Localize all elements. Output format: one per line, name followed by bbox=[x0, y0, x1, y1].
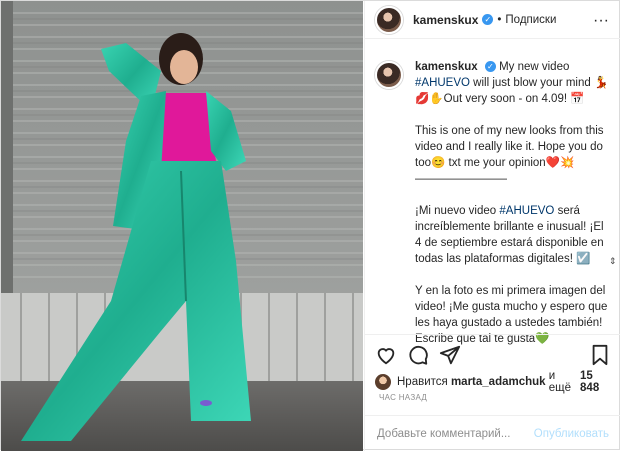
caption-author-avatar[interactable] bbox=[375, 61, 403, 89]
hand-emoji-icon: ✋ bbox=[429, 93, 444, 105]
liker-username[interactable]: marta_adamchuk bbox=[451, 376, 546, 388]
share-icon[interactable] bbox=[439, 344, 461, 366]
likes-count[interactable]: 15 848 bbox=[580, 370, 611, 394]
following-button[interactable]: Подписки bbox=[505, 14, 556, 26]
hashtag-ahuevo-2[interactable]: #AHUEVO bbox=[499, 205, 554, 217]
caption-text: kamenskux ✓ My new video #AHUEVO will ju… bbox=[415, 59, 611, 345]
likes-prefix: Нравится bbox=[397, 376, 448, 388]
caption-divider: ———————— bbox=[415, 173, 507, 185]
check-emoji-icon: ☑️ bbox=[576, 253, 591, 265]
bookmark-icon[interactable] bbox=[589, 344, 611, 366]
caption-username[interactable]: kamenskux bbox=[415, 61, 478, 73]
boom-emoji-icon: 💥 bbox=[560, 157, 575, 169]
author-avatar[interactable] bbox=[375, 5, 403, 34]
fire-person-emoji-icon: 💃 bbox=[593, 77, 609, 89]
photo-illustration bbox=[1, 1, 363, 451]
verified-icon: ✓ bbox=[482, 14, 494, 25]
liker-avatar[interactable] bbox=[375, 374, 391, 390]
comment-bar: Опубликовать bbox=[365, 415, 620, 451]
post-time[interactable]: ЧАС НАЗАД bbox=[379, 393, 427, 402]
caption-para3-pre: ¡Mi nuevo video bbox=[415, 205, 497, 217]
instagram-post: kamenskux ✓ • Подписки ··· kamenskux ✓ M… bbox=[0, 0, 620, 451]
caption-para2-end: txt me your opinion bbox=[448, 157, 546, 169]
calendar-emoji-icon: 📅 bbox=[570, 93, 585, 105]
author-username[interactable]: kamenskux bbox=[413, 13, 478, 27]
action-bar bbox=[365, 334, 620, 374]
post-header: kamenskux ✓ • Подписки ··· bbox=[365, 1, 620, 39]
caption-line1-pre: My new video bbox=[499, 61, 570, 73]
post-caption: kamenskux ✓ My new video #AHUEVO will ju… bbox=[375, 59, 611, 345]
comment-icon[interactable] bbox=[407, 344, 429, 366]
header-separator: • bbox=[497, 13, 502, 26]
caption-verified-icon: ✓ bbox=[484, 61, 496, 72]
comment-input[interactable] bbox=[377, 427, 534, 440]
likes-row: Нравится marta_adamchuk и ещё 15 848 bbox=[375, 370, 611, 394]
heart-emoji-icon: ❤️ bbox=[545, 157, 561, 169]
more-options-icon[interactable]: ··· bbox=[593, 12, 609, 30]
smile-emoji-icon: 😊 bbox=[431, 157, 446, 169]
likes-middle: и ещё bbox=[548, 370, 572, 394]
scroll-cursor-icon: ⇕ bbox=[609, 256, 617, 266]
publish-button[interactable]: Опубликовать bbox=[534, 428, 609, 440]
heart-icon[interactable] bbox=[375, 344, 397, 366]
post-sidebar: kamenskux ✓ • Подписки ··· kamenskux ✓ M… bbox=[364, 1, 620, 451]
caption-line2: Out very soon - on 4.09! bbox=[443, 93, 568, 105]
hashtag-ahuevo[interactable]: #AHUEVO bbox=[415, 77, 470, 89]
lips-emoji-icon: 💋 bbox=[415, 93, 430, 105]
post-photo[interactable] bbox=[1, 1, 363, 451]
caption-line1-post: will just blow your mind bbox=[473, 77, 591, 89]
